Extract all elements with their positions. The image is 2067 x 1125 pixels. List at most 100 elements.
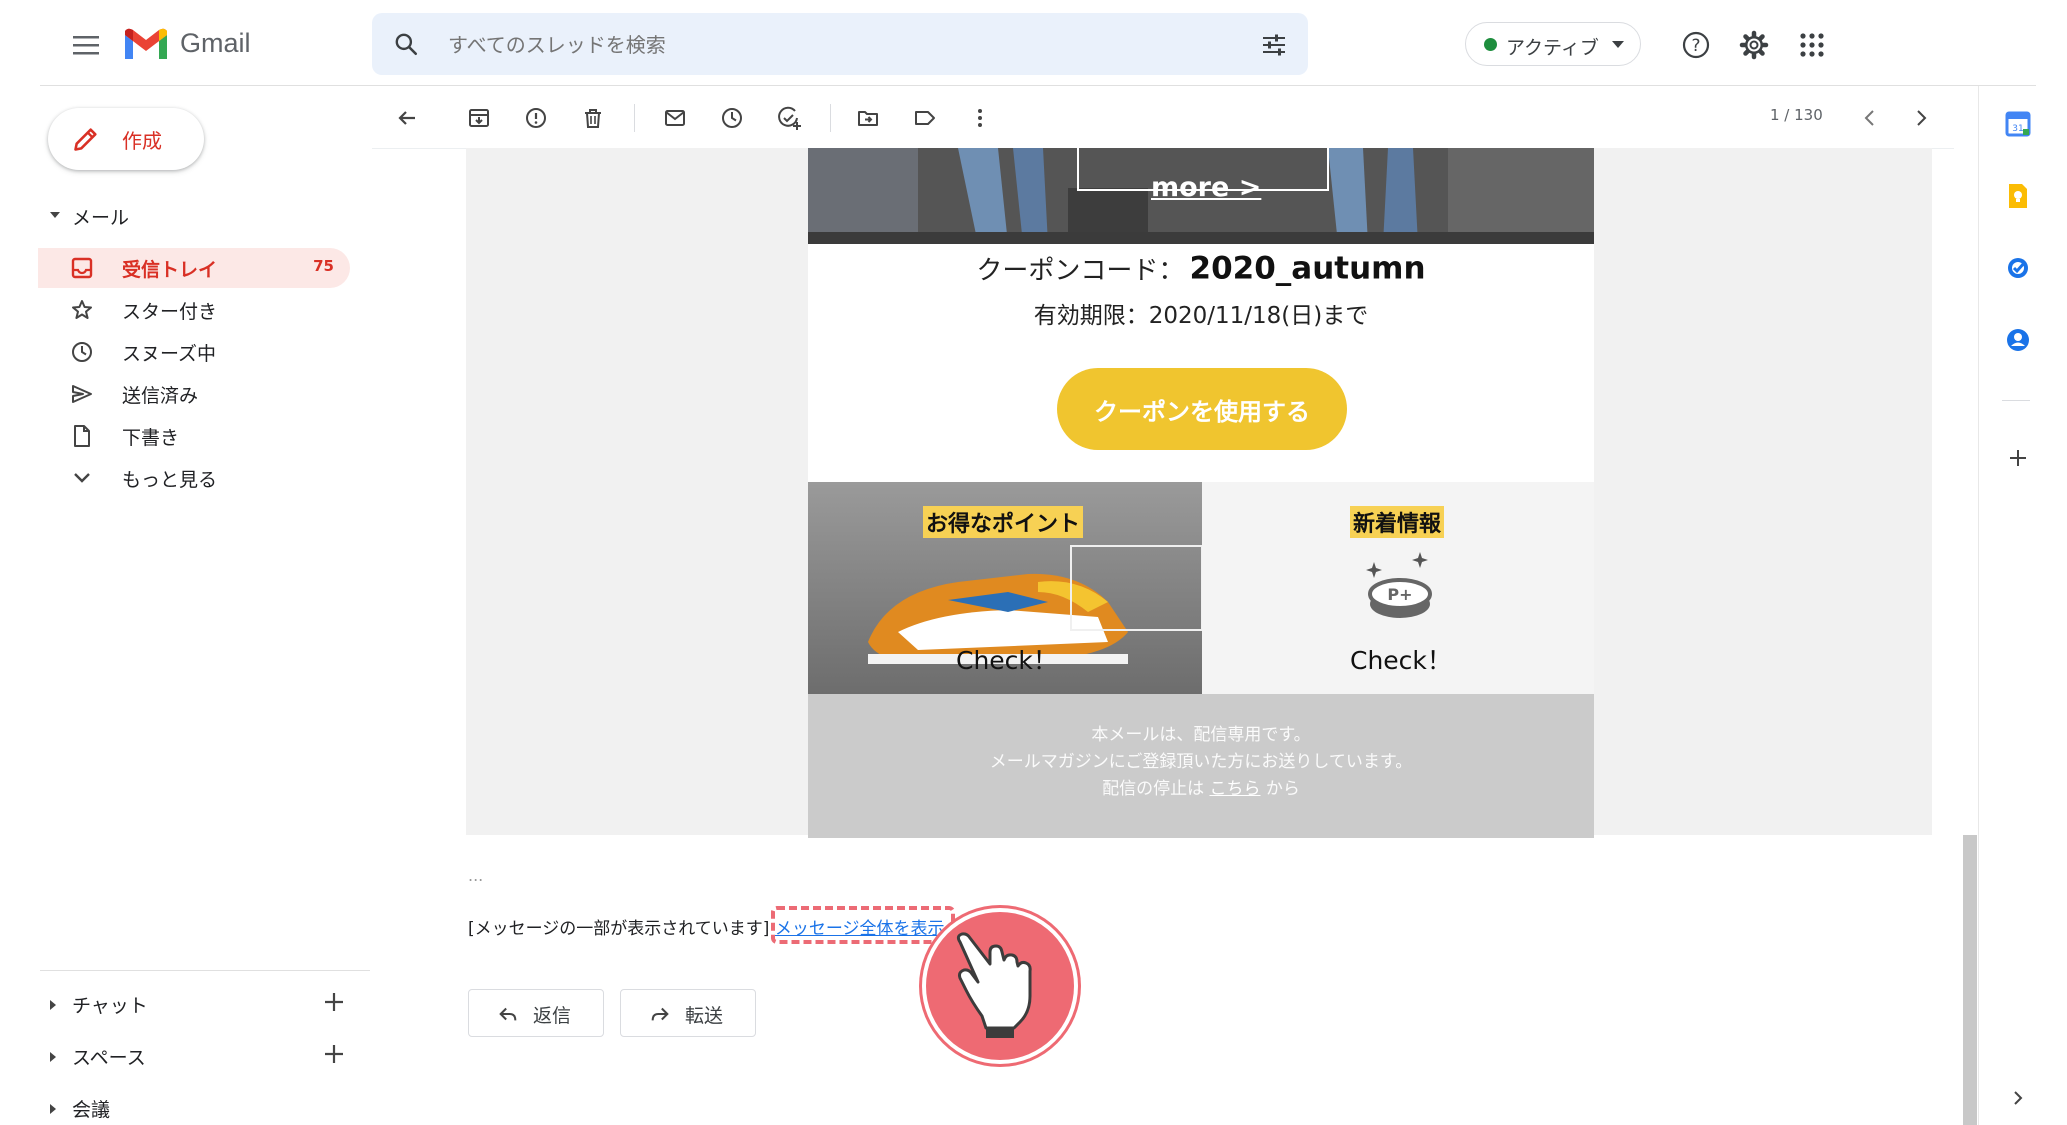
compose-label: 作成	[122, 129, 162, 153]
new-space-button[interactable]	[320, 1040, 348, 1068]
unsubscribe-link[interactable]: こちら	[1210, 779, 1261, 799]
caret-down-icon	[1612, 41, 1624, 48]
gmail-logo[interactable]: Gmail	[122, 25, 272, 65]
more-vert-icon	[978, 109, 982, 127]
sidebar-item-drafts[interactable]: 下書き	[38, 416, 350, 456]
spaces-section-header[interactable]: スペース	[40, 1038, 360, 1072]
get-addons-button[interactable]	[2002, 442, 2034, 474]
keep-icon	[2009, 184, 2027, 208]
unread-count-badge: 75	[313, 257, 334, 275]
forward-label: 転送	[685, 1005, 724, 1027]
sidebar-item-snoozed[interactable]: スヌーズ中	[38, 332, 350, 372]
search-input[interactable]	[446, 13, 1210, 77]
search-options-button[interactable]	[1258, 29, 1290, 61]
side-panel-separator	[2002, 400, 2030, 401]
settings-button[interactable]	[1736, 27, 1772, 63]
archive-button[interactable]	[464, 103, 494, 133]
sidebar-item-label: 受信トレイ	[122, 259, 218, 281]
hero-more-link[interactable]: more >	[1151, 172, 1261, 203]
labels-button[interactable]	[910, 103, 940, 133]
footer-line-1: 本メールは、配信専用です。	[1091, 725, 1311, 745]
meet-section-header[interactable]: 会議	[40, 1090, 240, 1124]
snooze-button[interactable]	[717, 103, 747, 133]
calendar-app-button[interactable]: 31	[2002, 108, 2034, 140]
sidebar-item-label: 下書き	[122, 427, 180, 449]
plus-icon	[2010, 450, 2026, 466]
sidebar-item-sent[interactable]: 送信済み	[38, 374, 350, 414]
sidebar-item-starred[interactable]: スター付き	[38, 290, 350, 330]
apps-button[interactable]	[1794, 27, 1830, 63]
hero-banner-image[interactable]: more >	[808, 148, 1594, 244]
promo-news-check: Check！	[1350, 646, 1452, 675]
add-to-tasks-button[interactable]	[774, 103, 804, 133]
gear-icon	[1739, 30, 1769, 60]
mail-section-header[interactable]: メール	[40, 198, 240, 232]
more-options-button[interactable]	[965, 103, 995, 133]
promo-points-check: Check！	[956, 646, 1058, 675]
promo-points-card[interactable]: お得なポイント Check！	[808, 482, 1202, 694]
promo-news-card[interactable]: 新着情報 P+ Check！	[1202, 482, 1594, 694]
active-status-dot-icon	[1484, 38, 1497, 51]
promo-news-title: 新着情報	[1350, 506, 1445, 538]
sidebar-item-inbox[interactable]: 受信トレイ 75	[38, 248, 350, 288]
pencil-icon	[74, 128, 97, 151]
move-to-button[interactable]	[853, 103, 883, 133]
coupon-label: クーポンコード：	[976, 256, 1185, 286]
meet-section-label: 会議	[72, 1099, 111, 1121]
chat-section-header[interactable]: チャット	[40, 986, 360, 1020]
reply-label: 返信	[533, 1005, 572, 1027]
svg-text:P+: P+	[1387, 585, 1412, 604]
delete-button[interactable]	[578, 103, 608, 133]
mail-section-label: メール	[72, 207, 130, 229]
report-spam-button[interactable]	[521, 103, 551, 133]
main-menu-button[interactable]	[66, 28, 106, 62]
chevron-down-icon	[74, 473, 90, 483]
move-to-folder-icon	[858, 111, 878, 126]
expand-arrow-icon	[50, 1052, 56, 1062]
show-side-panel-button[interactable]	[2002, 1082, 2034, 1114]
use-coupon-button[interactable]: クーポンを使用する	[1057, 368, 1347, 450]
arrow-left-icon	[398, 111, 415, 125]
back-button[interactable]	[392, 103, 422, 133]
link-highlight-annotation	[771, 906, 955, 944]
mark-unread-button[interactable]	[660, 103, 690, 133]
collapse-arrow-icon	[50, 212, 60, 218]
trimmed-content-ellipsis[interactable]: ...	[468, 866, 483, 885]
archive-icon	[469, 109, 489, 127]
spaces-section-label: スペース	[72, 1047, 146, 1069]
trash-icon	[585, 109, 601, 128]
mail-icon	[665, 110, 685, 126]
search-bar[interactable]	[372, 13, 1308, 77]
clock-icon	[72, 342, 92, 362]
expand-arrow-icon	[50, 1104, 56, 1114]
chevron-right-icon	[1917, 110, 1927, 126]
status-selector[interactable]: アクティブ	[1465, 22, 1641, 66]
reply-button[interactable]: 返信	[468, 989, 604, 1037]
contacts-app-button[interactable]	[2002, 324, 2034, 356]
footer-line-2: メールマガジンにご登録頂いた方にお送りしています。	[989, 752, 1413, 772]
plus-icon	[325, 1045, 343, 1063]
chevron-left-icon	[1864, 110, 1874, 126]
scrollbar-thumb[interactable]	[1963, 835, 1977, 1125]
search-button[interactable]	[390, 28, 422, 60]
side-panel-divider	[1978, 86, 1979, 1125]
gmail-m-icon	[125, 28, 167, 59]
forward-button[interactable]: 転送	[620, 989, 756, 1037]
sidebar-item-more[interactable]: もっと見る	[38, 458, 350, 498]
plus-icon	[325, 993, 343, 1011]
keep-app-button[interactable]	[2002, 180, 2034, 212]
send-icon	[72, 385, 92, 403]
sidebar-item-label: スター付き	[122, 301, 218, 323]
tasks-icon	[2008, 258, 2028, 278]
older-button[interactable]	[1906, 103, 1936, 133]
sidebar-item-label: スヌーズ中	[122, 343, 217, 365]
footer-line-3-prefix: 配信の停止は	[1102, 779, 1205, 799]
new-chat-button[interactable]	[320, 988, 348, 1016]
top-header: Gmail アクティブ ?	[0, 0, 2067, 86]
coupon-expiry: 有効期限：2020/11/18(日)まで	[1033, 303, 1369, 329]
compose-button[interactable]: 作成	[48, 108, 204, 170]
help-button[interactable]: ?	[1678, 27, 1714, 63]
draft-icon	[74, 425, 90, 447]
tasks-app-button[interactable]	[2002, 252, 2034, 284]
newer-button[interactable]	[1855, 103, 1885, 133]
